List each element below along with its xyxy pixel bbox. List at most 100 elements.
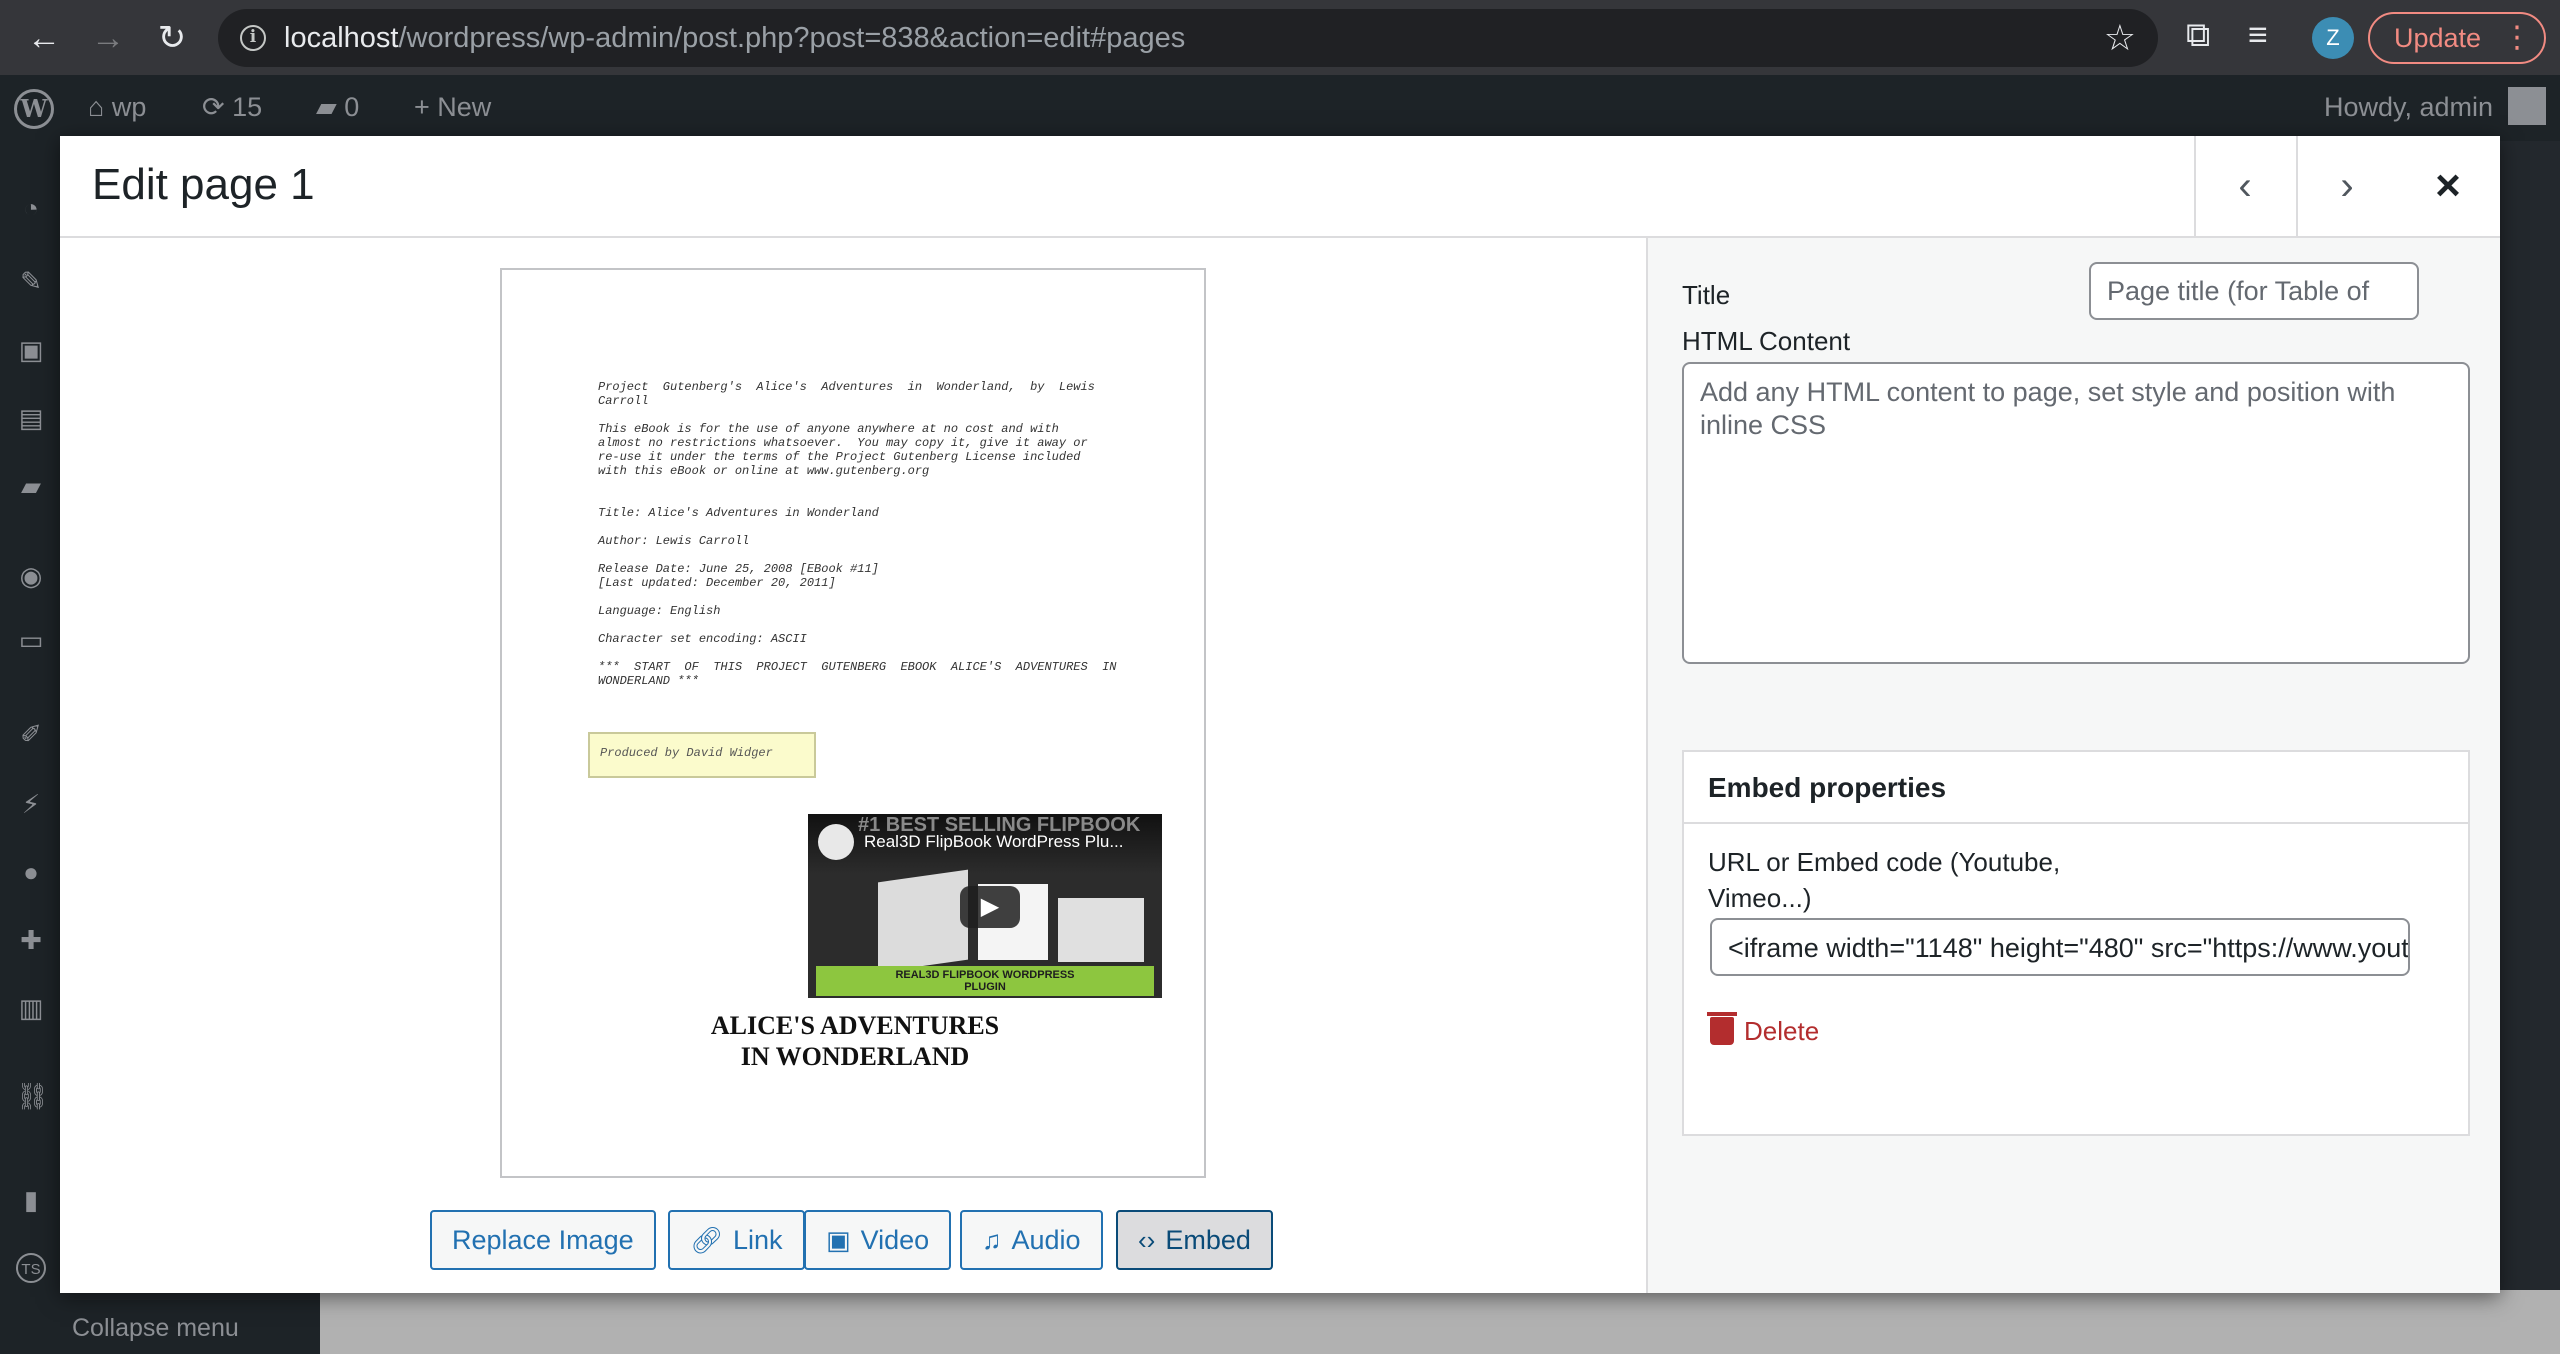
url-path: /wordpress/wp-admin/post.php?post=838&ac… (398, 22, 1186, 54)
site-name: wp (111, 92, 147, 122)
embed-code-input[interactable]: <iframe width="1148" height="480" src="h… (1710, 918, 2410, 976)
page-preview[interactable]: Project Gutenberg's Alice's Adventures i… (500, 268, 1206, 1178)
address-bar[interactable]: i localhost/wordpress/wp-admin/post.php?… (218, 9, 2158, 67)
ebook-paragraph: Character set encoding: ASCII (598, 632, 807, 646)
video-book-image (1058, 898, 1144, 962)
account-greeting[interactable]: Howdy, admin (2324, 92, 2493, 123)
back-icon[interactable]: ← (24, 18, 64, 58)
new-content-link[interactable]: + New (414, 92, 491, 123)
site-home-link[interactable]: ⌂ wp (88, 92, 146, 123)
video-band-text: REAL3D FLIPBOOK WORDPRESS PLUGIN (816, 966, 1154, 996)
embedded-video[interactable]: #1 BEST SELLING FLIPBOOK Real3D FlipBook… (808, 814, 1162, 998)
chevron-right-icon: › (2340, 164, 2354, 208)
plugins-icon[interactable]: ⚡ (16, 789, 46, 819)
pages-icon[interactable]: ▤ (16, 403, 46, 433)
settings-icon[interactable]: ▥ (16, 993, 46, 1023)
page-editor-area: Project Gutenberg's Alice's Adventures i… (60, 238, 1646, 1293)
link-icon[interactable]: ⛓ (16, 1081, 49, 1111)
link-button[interactable]: 🔗︎ Link (668, 1210, 805, 1270)
book-icon[interactable]: ▮ (16, 1185, 46, 1215)
chevron-left-icon: ‹ (2238, 164, 2252, 208)
dashboard-icon[interactable]: ◔ (16, 193, 46, 223)
url-text[interactable]: localhost/wordpress/wp-admin/post.php?po… (284, 22, 1185, 55)
channel-logo (818, 824, 854, 860)
video-book-image (878, 869, 968, 973)
title-label: Title (1682, 280, 1731, 310)
music-icon: ♫ (982, 1225, 1002, 1255)
updates-count: 15 (232, 92, 263, 122)
html-content-textarea[interactable]: Add any HTML content to page, set style … (1682, 362, 2470, 664)
browser-toolbar: ← → ↻ i localhost/wordpress/wp-admin/pos… (0, 0, 2560, 75)
link-icon: 🔗︎ (690, 1225, 724, 1255)
updates-link[interactable]: ⟳ 15 (202, 92, 262, 123)
wordpress-logo-icon[interactable]: W (14, 89, 54, 129)
media-icon[interactable]: ▣ (16, 335, 46, 365)
modal-title: Edit page 1 (92, 160, 315, 209)
new-label: New (437, 92, 492, 122)
audio-button[interactable]: ♫ Audio (960, 1210, 1103, 1270)
ebook-paragraph: Language: English (598, 604, 721, 618)
next-page-button[interactable]: › (2296, 136, 2396, 236)
ebook-paragraph: This eBook is for the use of anyone anyw… (598, 422, 1088, 478)
reload-icon[interactable]: ↻ (152, 18, 192, 58)
embed-properties-heading: Embed properties (1684, 752, 2468, 824)
page-properties-sidebar: Title Page title (for Table of HTML Cont… (1646, 238, 2500, 1293)
forward-icon[interactable]: → (88, 18, 128, 58)
url-host: localhost (284, 22, 399, 54)
collapse-menu-button[interactable]: Collapse menu (0, 1300, 320, 1354)
close-modal-button[interactable]: × (2398, 136, 2498, 236)
users-icon[interactable]: ● (16, 857, 46, 887)
ebook-paragraph: Author: Lewis Carroll (598, 534, 750, 548)
updates-icon: ⟳ (202, 92, 225, 122)
appearance-icon[interactable]: ✐ (16, 719, 46, 749)
audio-label: Audio (1011, 1225, 1081, 1255)
video-button[interactable]: ▣ Video (804, 1210, 952, 1270)
tools-icon[interactable]: ✚ (16, 925, 46, 955)
ts-badge[interactable]: TS (16, 1253, 46, 1283)
profile-avatar[interactable]: Z (2312, 17, 2354, 59)
avatar[interactable] (2508, 87, 2546, 125)
ebook-paragraph: *** START OF THIS PROJECT GUTENBERG EBOO… (598, 660, 1117, 688)
code-icon: ‹› (1138, 1225, 1156, 1255)
comment-icon: ▰ (316, 92, 337, 122)
previous-page-button[interactable]: ‹ (2194, 136, 2294, 236)
html-content-label: HTML Content (1682, 326, 1851, 356)
modal-header: Edit page 1 ‹ › × (60, 136, 2500, 238)
pin-icon[interactable]: ✎ (16, 266, 46, 296)
produced-by-box[interactable]: Produced by David Widger (588, 732, 816, 778)
replace-image-button[interactable]: Replace Image (430, 1210, 656, 1270)
wp-side-menu: ◔ ✎ ▣ ▤ ▰ ◉ ▭ ✐ ⚡ ● ✚ ▥ ⛓ ▮ TS (0, 141, 60, 1354)
video-label: Video (860, 1225, 930, 1255)
ebook-paragraph: Release Date: June 25, 2008 [EBook #11] … (598, 562, 879, 590)
update-button[interactable]: Update ⋮ (2368, 12, 2546, 64)
book-title: ALICE'S ADVENTURES IN WONDERLAND (710, 1011, 1000, 1071)
delete-embed-button[interactable]: Delete (1707, 1012, 1820, 1047)
page-title-input[interactable]: Page title (for Table of (2089, 262, 2419, 320)
comments-count: 0 (344, 92, 360, 122)
folder-icon[interactable]: ▭ (16, 625, 46, 655)
close-icon: × (2435, 161, 2461, 210)
plus-icon: + (414, 92, 430, 122)
comments-link[interactable]: ▰ 0 (316, 92, 359, 123)
embed-label: Embed (1165, 1225, 1251, 1255)
ebook-text: Project Gutenberg's Alice's Adventures i… (598, 380, 1118, 702)
embed-button[interactable]: ‹› Embed (1116, 1210, 1273, 1270)
comments-icon[interactable]: ▰ (16, 471, 46, 501)
trash-icon (1707, 1012, 1737, 1045)
embed-url-label: URL or Embed code (Youtube, Vimeo...) (1708, 847, 2061, 913)
reading-list-icon[interactable]: ≡ (2248, 16, 2268, 55)
more-menu-icon[interactable]: ⋮ (2502, 14, 2532, 62)
edit-page-modal: Edit page 1 ‹ › × Project Gutenberg's Al… (60, 136, 2500, 1293)
elementor-icon[interactable]: ◉ (16, 561, 46, 591)
page-background (320, 1290, 2560, 1354)
bookmark-star-icon[interactable]: ☆ (2104, 17, 2136, 59)
video-title: Real3D FlipBook WordPress Plu... (864, 832, 1124, 851)
delete-label: Delete (1744, 1016, 1820, 1046)
site-info-icon[interactable]: i (240, 25, 266, 51)
play-icon[interactable]: ▶ (960, 886, 1020, 928)
collapse-menu-label: Collapse menu (72, 1314, 239, 1342)
home-icon: ⌂ (88, 92, 105, 122)
embed-properties-panel: Embed properties URL or Embed code (Yout… (1682, 750, 2470, 1136)
extensions-icon[interactable]: ⧉ (2186, 16, 2210, 55)
update-label: Update (2394, 23, 2482, 53)
